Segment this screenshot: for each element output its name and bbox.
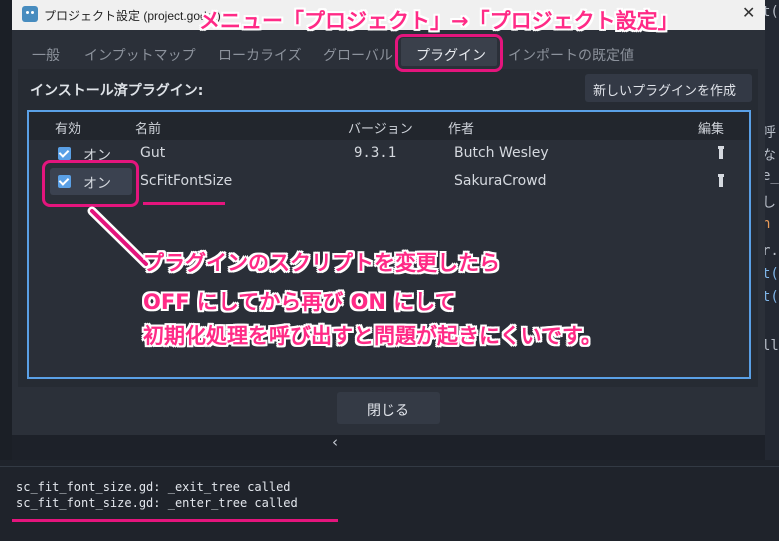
tab-localization[interactable]: ローカライズ [218,45,302,65]
plugin-version: 9.3.1 [354,145,397,161]
create-plugin-button-label: 新しいプラグインを作成 [593,84,737,99]
callout-line-1: プラグインのスクリプトを変更したら [143,251,500,275]
console-line: sc_fit_font_size.gd: _exit_tree called [16,480,291,494]
highlight-status-toggle [42,160,139,207]
godot-icon [22,6,38,22]
column-enabled[interactable]: 有効 [55,118,81,137]
header-callout: メニュー「プロジェクト」→「プロジェクト設定」 [199,9,679,33]
tab-general[interactable]: 一般 [32,45,60,65]
callout-line-3: 初期化処理を呼び出すと問題が起きにくいです。 [143,324,602,348]
editor-status-strip [12,435,765,460]
close-button-label: 閉じる [367,403,409,419]
column-author[interactable]: 作者 [448,118,474,137]
column-edit[interactable]: 編集 [698,118,724,137]
chevron-left-icon[interactable]: ‹ [332,433,338,451]
callout-line-2: OFF にしてから再び ON にして [143,290,456,314]
highlight-plugins-tab [395,34,503,72]
column-version[interactable]: バージョン [348,118,413,137]
background-left-panel [0,0,12,460]
tab-globals[interactable]: グローバル [323,45,393,65]
underline-plugin-name [143,202,225,205]
close-icon[interactable]: ✕ [742,3,755,22]
plugin-author: Butch Wesley [454,145,549,161]
plugin-name: ScFitFontSize [140,173,233,189]
pencil-icon[interactable] [718,146,724,159]
plugin-name: Gut [140,145,166,161]
window-title: プロジェクト設定 (project.godot) [44,9,221,23]
tab-input-map[interactable]: インプットマップ [84,45,196,65]
tab-import-defaults[interactable]: インポートの既定値 [508,45,634,65]
checkbox-icon[interactable] [58,147,71,160]
installed-plugins-title: インストール済プラグイン: [30,83,204,99]
console-line: sc_fit_font_size.gd: _enter_tree called [16,496,298,510]
plugin-author: SakuraCrowd [454,173,547,189]
column-name[interactable]: 名前 [135,118,161,137]
underline-console-output [12,519,338,522]
pencil-icon[interactable] [718,174,724,187]
